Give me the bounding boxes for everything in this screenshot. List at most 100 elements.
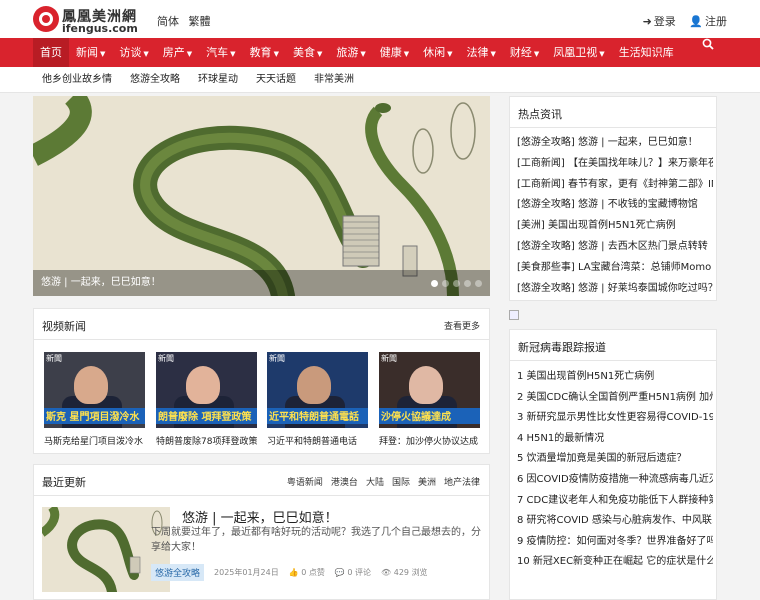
video-card[interactable]: 新聞 朗普廢除 項拜登政策特朗普废除78项拜登政策 (156, 352, 257, 447)
nav-item[interactable]: 健康 ▼ (373, 38, 416, 67)
nav-item[interactable]: 凤凰卫视 ▼ (546, 38, 611, 67)
sub-nav-item[interactable]: 他乡创业故乡情 (33, 67, 121, 93)
covid-news-item[interactable]: 6 因COVID疫情防疫措施一种流感病毒几近灭... (517, 470, 713, 491)
video-thumbnail[interactable]: 新聞 沙停火協議達成 (379, 352, 480, 428)
caret-down-icon: ▼ (533, 50, 540, 58)
hot-news-item[interactable]: [工商新闻] 春节有家，更有《封神第二部》IM... (517, 175, 713, 196)
login-label: 登录 (653, 15, 676, 28)
login-link[interactable]: ➜ 登录 (643, 15, 676, 28)
update-tabs: 粤语新闻 港澳台 大陆 国际 美洲 地产法律 (279, 475, 480, 488)
logo-domain: ifengus.com (62, 22, 138, 35)
language-switch: 简体 繁體 (157, 13, 217, 29)
nav-item[interactable]: 美食 ▼ (286, 38, 329, 67)
nav-item[interactable]: 访谈 ▼ (112, 38, 155, 67)
sub-nav-item[interactable]: 环球星动 (189, 67, 247, 93)
video-overlay-text: 沙停火協議達成 (381, 412, 451, 423)
caret-down-icon: ▼ (186, 50, 193, 58)
update-tab[interactable]: 粤语新闻 (287, 475, 323, 488)
sub-nav-item[interactable]: 悠游全攻略 (121, 67, 189, 93)
panel-divider (34, 495, 489, 496)
nav-item[interactable]: 教育 ▼ (243, 38, 286, 67)
category-badge[interactable]: 悠游全攻略 (151, 564, 205, 581)
covid-news-item[interactable]: 3 新研究显示男性比女性更容易得COVID-19... (517, 408, 713, 429)
video-title[interactable]: 特朗普废除78项拜登政策 (156, 434, 257, 447)
nav-item-label: 财经 (509, 46, 532, 59)
caret-down-icon: ▼ (230, 50, 236, 58)
sub-nav-items: 他乡创业故乡情 悠游全攻略 环球星动 天天话题 非常美洲 (33, 67, 363, 93)
caret-down-icon: ▼ (100, 50, 106, 58)
video-more-link[interactable]: 查看更多 (444, 319, 480, 332)
nav-item[interactable]: 财经 ▼ (503, 38, 546, 67)
search-icon[interactable] (702, 38, 714, 50)
video-thumbnail[interactable]: 新聞 朗普廢除 項拜登政策 (156, 352, 257, 428)
likes-label: 0 点赞 (301, 568, 325, 577)
covid-news-item[interactable]: 8 研究将COVID 感染与心脏病发作、中风联... (517, 511, 713, 532)
hot-news-item[interactable]: [工商新闻] 【在美国找年味儿？】来万豪年夜... (517, 154, 713, 175)
video-card[interactable]: 新聞斯克 星門項目潑冷水 马斯克给星门项目泼冷水 (44, 352, 145, 447)
update-tab[interactable]: 港澳台 (331, 475, 358, 488)
sub-nav-item[interactable]: 天天话题 (247, 67, 305, 93)
site-logo[interactable]: 鳳凰美洲網 ifengus.com (33, 6, 143, 35)
article-meta: 悠游全攻略 2025年01月24日 👍 0 点赞 💬 0 评论 👁 429 浏览 (151, 564, 438, 581)
hot-news-panel: 热点资讯 [悠游全攻略] 悠游 | 一起来，巳巳如意！ [工商新闻] 【在美国找年… (509, 96, 717, 301)
slider-dot[interactable] (475, 280, 482, 287)
nav-item[interactable]: 新闻 ▼ (69, 38, 112, 67)
covid-news-item[interactable]: 4 H5N1的最新情况 (517, 429, 713, 450)
covid-news-item[interactable]: 2 美国CDC确认全国首例严重H5N1病例 加州... (517, 388, 713, 409)
video-title[interactable]: 习近平和特朗普通电话 (267, 434, 368, 447)
caret-down-icon: ▼ (273, 50, 279, 58)
covid-news-item[interactable]: 10 新冠XEC新变种正在崛起 它的症状是什么... (517, 552, 713, 573)
video-thumbnail[interactable]: 新聞斯克 星門項目潑冷水 (44, 352, 145, 428)
nav-item[interactable]: 首页 (33, 38, 69, 67)
hot-news-item[interactable]: [悠游全攻略] 悠游 | 好莱坞泰国城你吃过吗？ (517, 279, 713, 300)
video-title[interactable]: 拜登：加沙停火协议达成 (379, 434, 480, 447)
hot-news-item[interactable]: [美食那些事] LA宝藏台湾菜：总铺师Momo Bi... (517, 258, 713, 279)
sub-nav-item[interactable]: 非常美洲 (305, 67, 363, 93)
thumbs-up-icon: 👍 (288, 568, 299, 577)
slider-dot[interactable] (431, 280, 438, 287)
slider-dot[interactable] (464, 280, 471, 287)
nav-item[interactable]: 休闲 ▼ (416, 38, 459, 67)
update-tab[interactable]: 大陆 (366, 475, 384, 488)
covid-news-item[interactable]: 1 美国出现首例H5N1死亡病例 (517, 367, 713, 388)
slider-dot[interactable] (453, 280, 460, 287)
article-title[interactable]: 悠游 | 一起来，巳巳如意！ (182, 507, 338, 526)
video-title[interactable]: 马斯克给星门项目泼冷水 (44, 434, 145, 447)
hot-news-item[interactable]: [悠游全攻略] 悠游 | 一起来，巳巳如意！ (517, 133, 713, 154)
video-figure-face (409, 366, 443, 404)
video-thumbnail[interactable]: 新聞 近平和特朗普通電話 (267, 352, 368, 428)
update-tab[interactable]: 国际 (392, 475, 410, 488)
video-card[interactable]: 新聞 沙停火協議達成拜登：加沙停火协议达成 (379, 352, 480, 447)
video-source-tag: 新聞 (46, 354, 62, 363)
video-overlay-text: 斯克 星門項目潑冷水 (46, 412, 140, 423)
hot-news-item[interactable]: [悠游全攻略] 悠游 | 不收钱的宝藏博物馆 (517, 195, 713, 216)
video-card[interactable]: 新聞 近平和特朗普通電話习近平和特朗普通电话 (267, 352, 368, 447)
slider-caption[interactable]: 悠游 | 一起来，巳巳如意！ (33, 270, 490, 296)
update-tab[interactable]: 美洲 (418, 475, 436, 488)
register-link[interactable]: 👤 注册 (689, 15, 727, 28)
covid-tracking-panel: 新冠病毒跟踪报道 1 美国出现首例H5N1死亡病例 2 美国CDC确认全国首例严重… (509, 329, 717, 600)
panel-divider (34, 339, 489, 340)
slider-dot[interactable] (442, 280, 449, 287)
user-icon: 👤 (689, 15, 703, 28)
nav-item[interactable]: 生活知识库 (612, 38, 681, 67)
likes-count: 👍 0 点赞 (289, 567, 325, 578)
hot-news-list: [悠游全攻略] 悠游 | 一起来，巳巳如意！ [工商新闻] 【在美国找年味儿？】来… (517, 133, 713, 299)
nav-item[interactable]: 汽车 ▼ (199, 38, 242, 67)
caret-down-icon: ▼ (143, 50, 149, 58)
nav-item[interactable]: 法律 ▼ (460, 38, 503, 67)
featured-snake-illustration (33, 96, 490, 296)
covid-news-item[interactable]: 9 疫情防控：如何面对冬季？世界准备好了吗？ (517, 532, 713, 553)
update-tab[interactable]: 地产法律 (444, 475, 480, 488)
lang-simplified-link[interactable]: 简体 (157, 15, 179, 28)
hot-news-item[interactable]: [美洲] 美国出现首例H5N1死亡病例 (517, 216, 713, 237)
covid-news-item[interactable]: 5 饮酒量增加竟是美国的新冠后遗症？ (517, 449, 713, 470)
nav-item[interactable]: 房产 ▼ (156, 38, 199, 67)
lang-traditional-link[interactable]: 繁體 (189, 15, 211, 28)
featured-slider[interactable]: 悠游 | 一起来，巳巳如意！ (33, 96, 490, 296)
panel-divider (510, 360, 716, 361)
covid-news-item[interactable]: 7 CDC建议老年人和免疫功能低下人群接种第... (517, 491, 713, 512)
top-header: 鳳凰美洲網 ifengus.com 简体 繁體 ➜ 登录 👤 注册 (0, 0, 760, 38)
hot-news-item[interactable]: [悠游全攻略] 悠游 | 去西木区热门景点转转 (517, 237, 713, 258)
nav-item[interactable]: 旅游 ▼ (329, 38, 372, 67)
